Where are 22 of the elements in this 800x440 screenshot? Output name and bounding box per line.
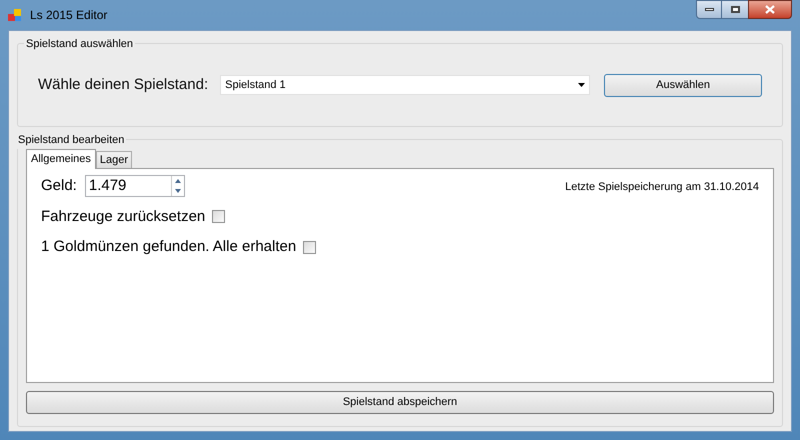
dropdown-caret-icon — [578, 83, 586, 87]
close-icon — [765, 5, 775, 14]
checkbox-label: 1 Goldmünzen gefunden. Alle erhalten — [41, 237, 296, 257]
group-title: Spielstand auswählen — [24, 36, 136, 52]
window-title: Ls 2015 Editor — [30, 7, 108, 24]
money-label: Geld: — [41, 176, 77, 196]
group-title: Spielstand bearbeiten — [16, 132, 126, 148]
minimize-button[interactable] — [696, 0, 722, 19]
maximize-button[interactable] — [722, 0, 748, 19]
save-dropdown[interactable]: Spielstand 1 — [220, 75, 590, 95]
checkbox-label: Fahrzeuge zurücksetzen — [41, 206, 206, 226]
save-button[interactable]: Spielstand abspeichern — [26, 391, 774, 414]
money-spinner[interactable]: 1.479 — [84, 175, 185, 198]
close-button[interactable] — [748, 0, 792, 19]
checkbox[interactable] — [212, 210, 226, 224]
select-button[interactable]: Auswählen — [604, 74, 762, 96]
tab[interactable]: Lager — [96, 151, 132, 168]
save-select-label: Wähle deinen Spielstand: — [38, 74, 208, 95]
tab[interactable]: Allgemeines — [26, 149, 96, 169]
app-icon — [8, 8, 22, 22]
checkbox[interactable] — [303, 240, 316, 254]
last-save-text: Letzte Spielspeicherung am 31.10.2014 — [565, 180, 759, 195]
